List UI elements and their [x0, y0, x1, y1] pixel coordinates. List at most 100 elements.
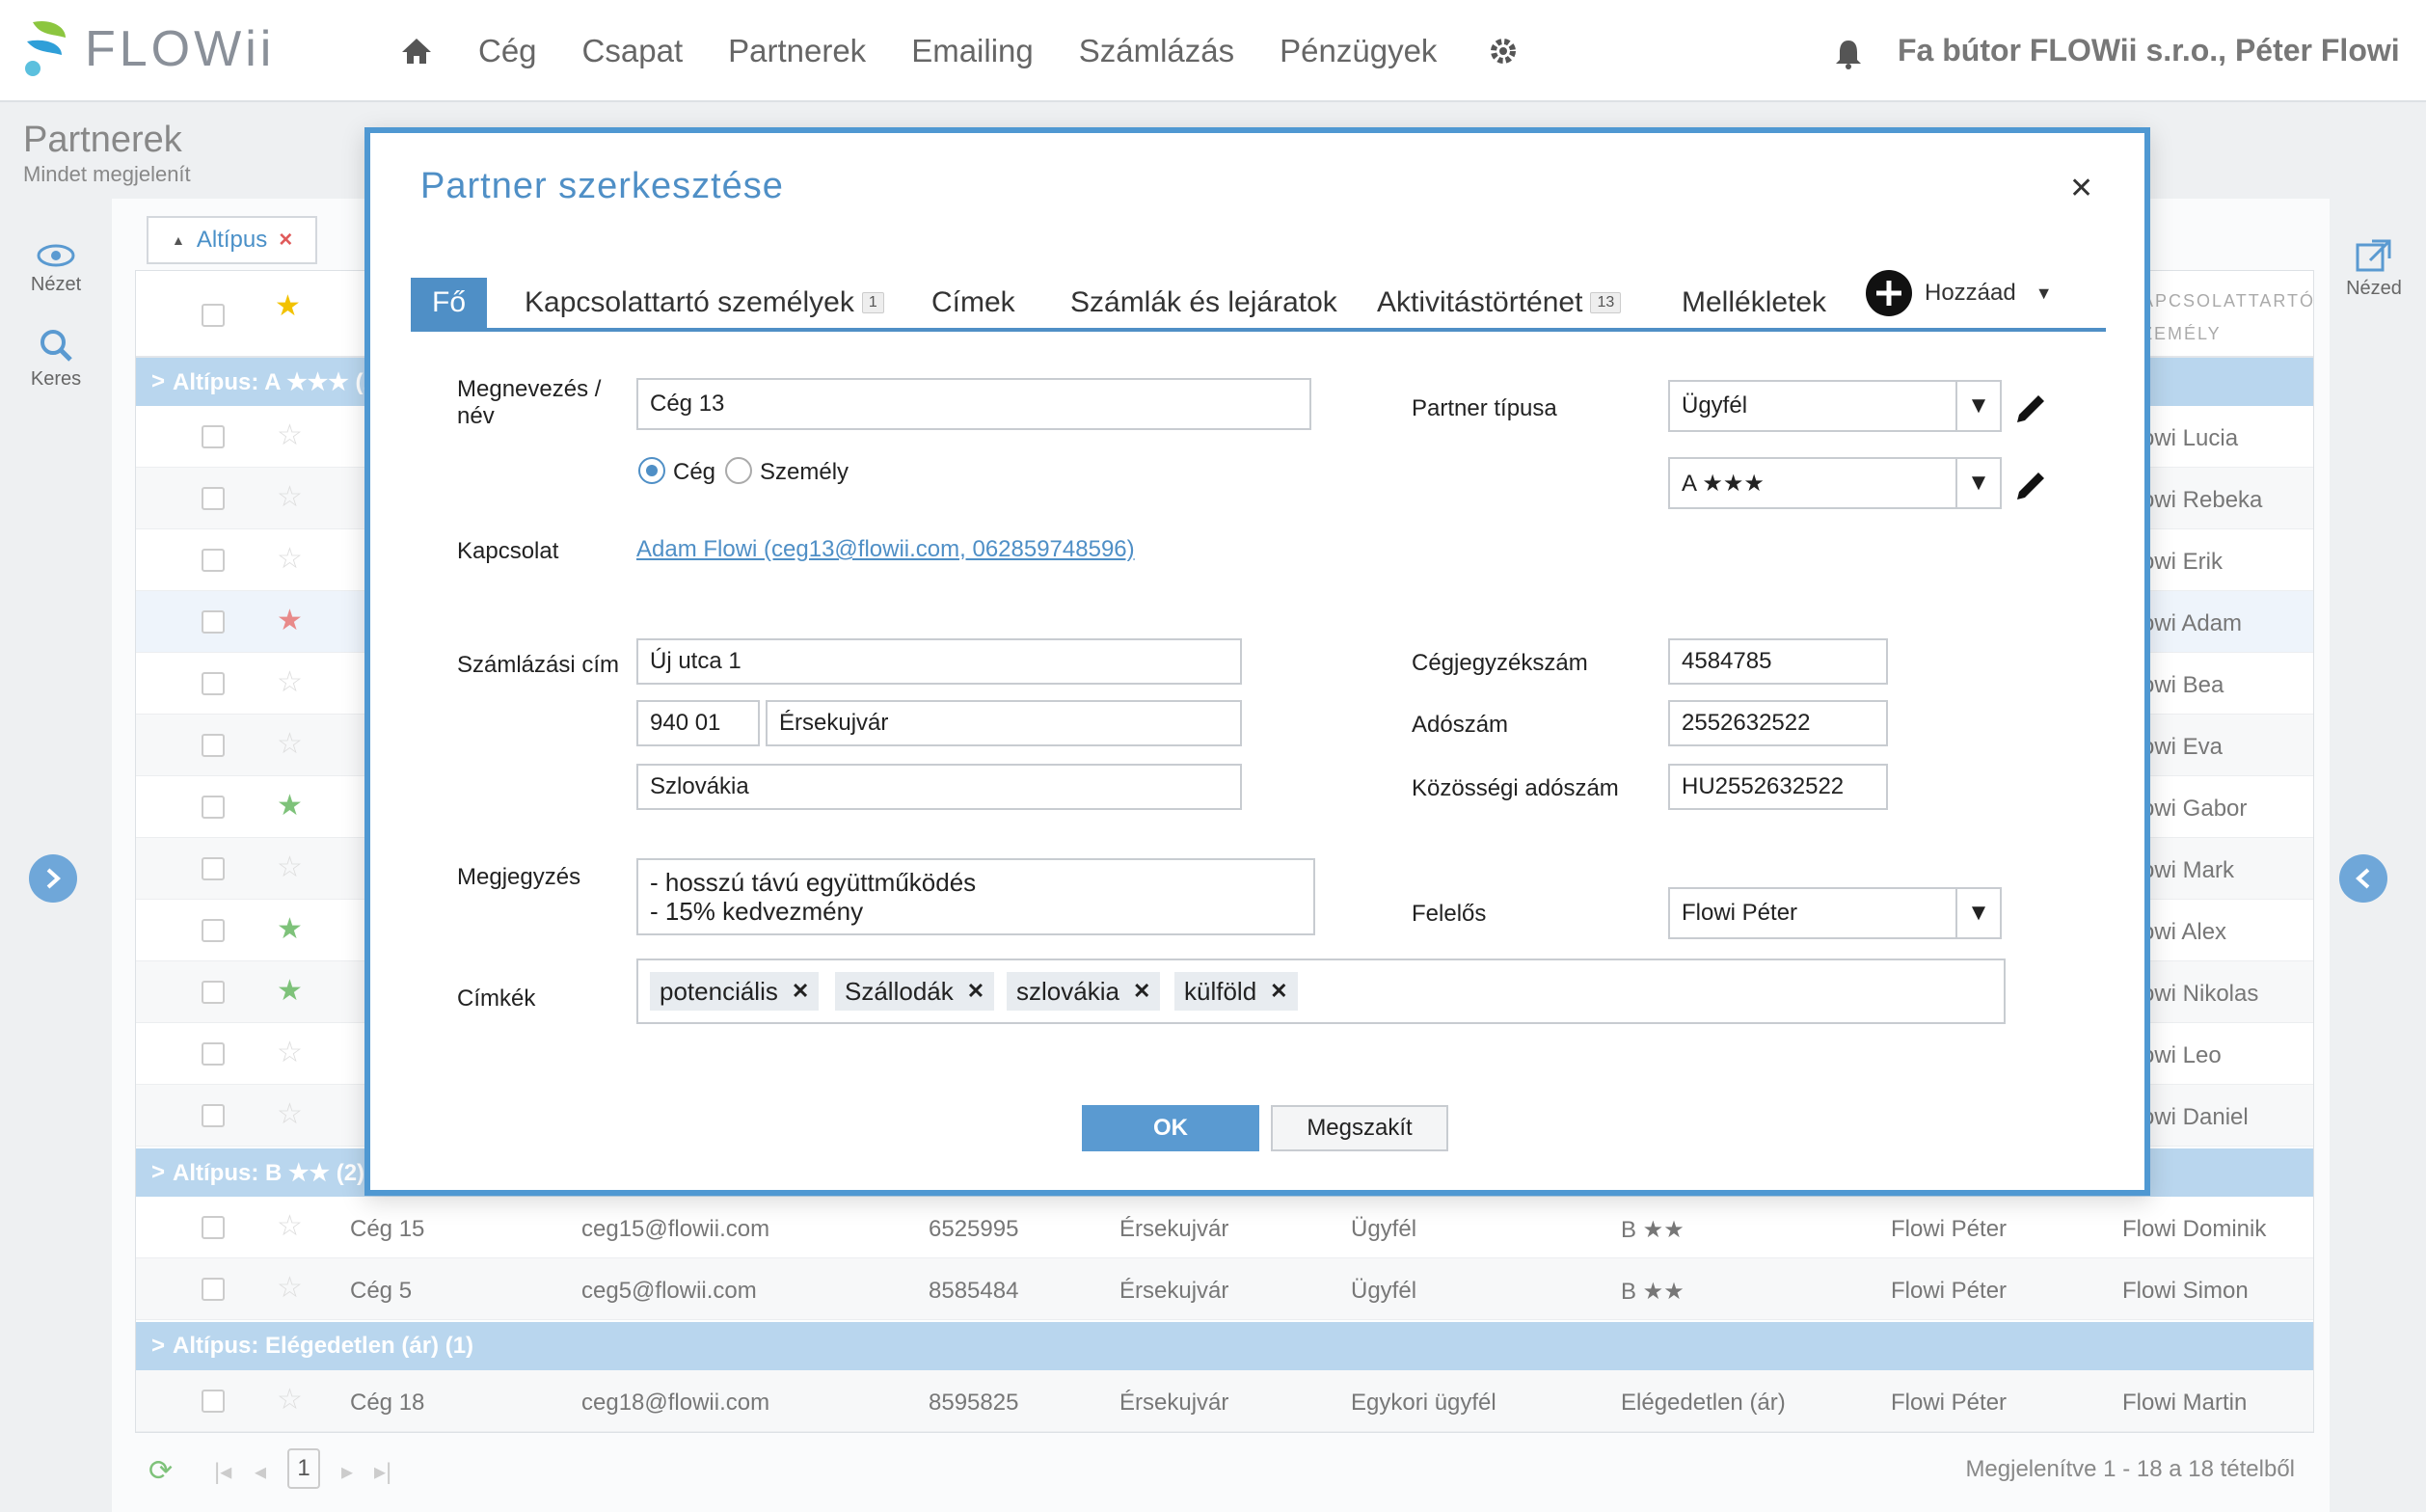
- user-account[interactable]: Fa bútor FLOWii s.r.o., Péter Flowi: [1898, 33, 2400, 68]
- row-name[interactable]: Cég 5: [350, 1278, 412, 1305]
- nav-emailing[interactable]: Emailing: [911, 33, 1034, 69]
- row-checkbox[interactable]: [202, 1042, 225, 1066]
- group-row-c[interactable]: > Altípus: Elégedetlen (ár) (1): [136, 1322, 2313, 1370]
- favorite-star-icon[interactable]: ☆: [277, 730, 303, 759]
- favorite-star-icon[interactable]: ☆: [277, 1212, 303, 1241]
- note-textarea[interactable]: - hosszú távú együttműködés - 15% kedvez…: [636, 858, 1315, 935]
- row-checkbox[interactable]: [202, 487, 225, 510]
- first-page-icon[interactable]: |◂: [214, 1458, 231, 1486]
- favorite-star-icon[interactable]: ☆: [277, 1100, 303, 1129]
- row-checkbox[interactable]: [202, 425, 225, 448]
- subtype-select[interactable]: A ★★★ ▼: [1668, 457, 2002, 509]
- expand-right-panel-button[interactable]: [2339, 854, 2387, 903]
- favorite-star-icon[interactable]: ★: [277, 915, 303, 944]
- row-checkbox[interactable]: [202, 734, 225, 757]
- registration-input[interactable]: 4584785: [1668, 638, 1888, 685]
- last-page-icon[interactable]: ▸|: [374, 1458, 391, 1486]
- favorite-star-icon[interactable]: ☆: [277, 1274, 303, 1303]
- page-number[interactable]: 1: [287, 1448, 320, 1489]
- home-icon[interactable]: [393, 28, 440, 74]
- nav-finance[interactable]: Pénzügyek: [1280, 33, 1437, 69]
- ok-button[interactable]: OK: [1082, 1105, 1259, 1151]
- row-name[interactable]: Cég 15: [350, 1216, 424, 1243]
- tag-chip[interactable]: szlovákia ✕: [1007, 972, 1161, 1011]
- table-row[interactable]: ☆ Cég 18 ceg18@flowii.com 8595825 Érseku…: [136, 1370, 2313, 1432]
- search-button[interactable]: Keres: [19, 328, 93, 391]
- favorite-star-icon[interactable]: ★: [277, 792, 303, 821]
- city-input[interactable]: Érsekujvár: [766, 700, 1242, 746]
- view-button[interactable]: Nézet: [19, 243, 93, 296]
- row-checkbox[interactable]: [202, 549, 225, 572]
- table-row[interactable]: ☆ Cég 5 ceg5@flowii.com 8585484 Érsekujv…: [136, 1258, 2313, 1320]
- prev-page-icon[interactable]: ◂: [255, 1458, 266, 1486]
- remove-filter-icon[interactable]: ×: [279, 227, 292, 254]
- favorite-star-icon[interactable]: ☆: [277, 668, 303, 697]
- cancel-button[interactable]: Megszakít: [1271, 1105, 1448, 1151]
- favorite-star-icon[interactable]: ☆: [277, 421, 303, 450]
- open-view-button[interactable]: Nézed: [2337, 237, 2411, 300]
- nav-company[interactable]: Cég: [478, 33, 537, 69]
- favorite-star-icon[interactable]: ☆: [277, 483, 303, 512]
- owner-select[interactable]: Flowi Péter ▼: [1668, 887, 2002, 939]
- tab-contacts[interactable]: Kapcsolattartó személyek 1: [525, 278, 884, 328]
- row-name[interactable]: Cég 18: [350, 1390, 424, 1417]
- tag-chip[interactable]: potenciális ✕: [650, 972, 820, 1011]
- expand-left-panel-button[interactable]: [29, 854, 77, 903]
- close-icon[interactable]: ✕: [2069, 172, 2093, 205]
- country-input[interactable]: Szlovákia: [636, 764, 1242, 810]
- gear-icon[interactable]: [1482, 30, 1524, 72]
- remove-tag-icon[interactable]: ✕: [1133, 979, 1150, 1004]
- favorite-star-icon[interactable]: ☆: [277, 1039, 303, 1067]
- contact-column-header[interactable]: KAPCSOLATTARTÓ SZEMÉLY: [2128, 284, 2313, 350]
- select-all-checkbox[interactable]: [202, 304, 225, 327]
- nav-partners[interactable]: Partnerek: [728, 33, 866, 69]
- tab-main[interactable]: Fő: [411, 278, 488, 328]
- row-checkbox[interactable]: [202, 1104, 225, 1127]
- nav-team[interactable]: Csapat: [582, 33, 684, 69]
- partner-type-select[interactable]: Ügyfél ▼: [1668, 380, 2002, 432]
- refresh-icon[interactable]: ⟳: [148, 1454, 173, 1488]
- remove-tag-icon[interactable]: ✕: [792, 979, 809, 1004]
- edit-partner-type-icon[interactable]: [2011, 390, 2050, 428]
- tab-addresses[interactable]: Címek: [931, 278, 1015, 328]
- row-checkbox[interactable]: [202, 610, 225, 634]
- next-page-icon[interactable]: ▸: [341, 1458, 353, 1486]
- tag-chip[interactable]: Szállodák ✕: [835, 972, 995, 1011]
- nav-invoicing[interactable]: Számlázás: [1079, 33, 1234, 69]
- favorite-star-icon[interactable]: ☆: [277, 545, 303, 574]
- row-checkbox[interactable]: [202, 796, 225, 819]
- tab-activity[interactable]: Aktivitástörténet 13: [1377, 278, 1622, 328]
- row-checkbox[interactable]: [202, 981, 225, 1004]
- radio-company[interactable]: [638, 457, 665, 484]
- table-row[interactable]: ☆ Cég 15 ceg15@flowii.com 6525995 Érseku…: [136, 1197, 2313, 1258]
- zip-input[interactable]: 940 01: [636, 700, 760, 746]
- favorite-star-icon[interactable]: ★: [277, 607, 303, 635]
- tab-attachments[interactable]: Mellékletek: [1682, 278, 1826, 328]
- row-checkbox[interactable]: [202, 857, 225, 880]
- edit-subtype-icon[interactable]: [2011, 467, 2050, 505]
- row-checkbox[interactable]: [202, 672, 225, 695]
- name-input[interactable]: Cég 13: [636, 378, 1311, 430]
- remove-tag-icon[interactable]: ✕: [1270, 979, 1287, 1004]
- favorite-star-icon[interactable]: ★: [277, 977, 303, 1006]
- radio-person[interactable]: [725, 457, 752, 484]
- tab-invoices[interactable]: Számlák és lejáratok: [1070, 278, 1337, 328]
- row-checkbox[interactable]: [202, 919, 225, 942]
- notification-bell-icon[interactable]: [1834, 39, 1869, 73]
- tag-chip[interactable]: külföld ✕: [1174, 972, 1298, 1011]
- favorite-star-icon[interactable]: ☆: [277, 853, 303, 882]
- row-checkbox[interactable]: [202, 1278, 225, 1301]
- filter-chip-subtype[interactable]: ▲ Altípus ×: [147, 216, 318, 264]
- eu-tax-id-input[interactable]: HU2552632522: [1668, 764, 1888, 810]
- contact-link[interactable]: Adam Flowi (ceg13@flowii.com, 0628597485…: [636, 536, 1135, 563]
- row-checkbox[interactable]: [202, 1216, 225, 1239]
- street-input[interactable]: Új utca 1: [636, 638, 1242, 685]
- favorite-star-icon[interactable]: ☆: [277, 1386, 303, 1415]
- tax-id-input[interactable]: 2552632522: [1668, 700, 1888, 746]
- row-checkbox[interactable]: [202, 1390, 225, 1413]
- flowii-logo[interactable]: FLOWii: [23, 15, 275, 83]
- add-dropdown-button[interactable]: Hozzáad ▼: [1865, 268, 2053, 318]
- row-type: Ügyfél: [1351, 1216, 1417, 1242]
- remove-tag-icon[interactable]: ✕: [967, 979, 984, 1004]
- favorite-filter-star-icon[interactable]: ★: [275, 292, 301, 321]
